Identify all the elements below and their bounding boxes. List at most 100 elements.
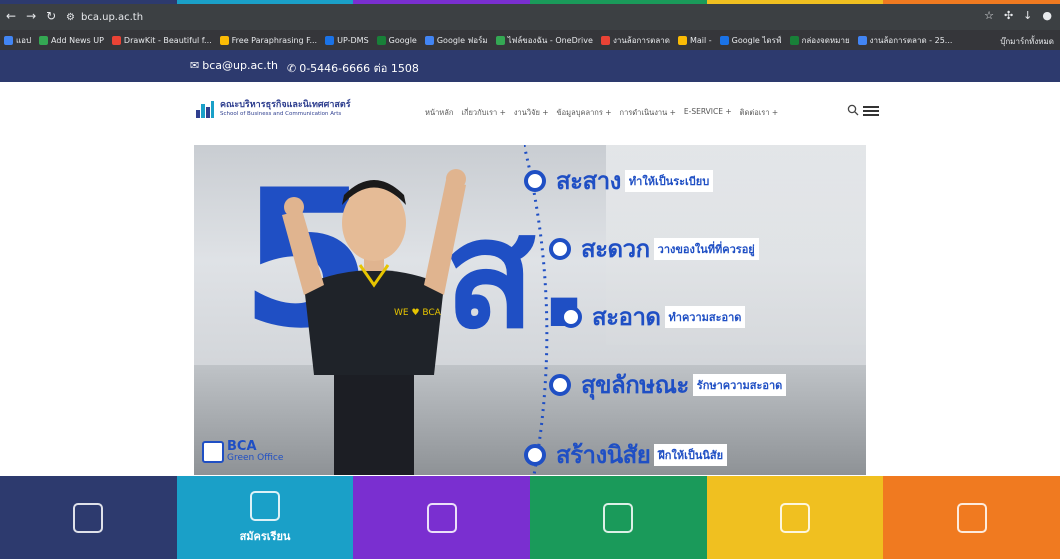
quick-link-tile[interactable]: [883, 476, 1060, 559]
quick-link-tile[interactable]: [530, 476, 707, 559]
phone-icon: ✆: [287, 61, 297, 75]
bookmark-favicon-icon: [219, 35, 229, 45]
extensions-icon[interactable]: ✣: [1004, 9, 1013, 22]
bookmark-item[interactable]: Google ฟอร์ม: [424, 34, 488, 47]
hero-banner: 5 ส. WE ♥ BCA สะสาง ทำให้เป็นระเบียบ สะด…: [194, 145, 866, 475]
principle-item: สร้างนิสัย ฝึกให้เป็นนิสัย: [524, 435, 728, 474]
forward-icon[interactable]: →: [26, 9, 36, 23]
contact-phone[interactable]: ✆ 0-5446-6666 ต่อ 1508: [287, 59, 419, 77]
bullet-circle-icon: [524, 443, 546, 466]
nav-home[interactable]: หน้าหลัก: [425, 107, 453, 119]
site-logo[interactable]: คณะบริหารธุรกิจและนิเทศศาสตร์ School of …: [194, 98, 351, 120]
search-icon[interactable]: [847, 104, 859, 116]
bookmark-label: กล่องจดหมาย: [801, 35, 850, 45]
principle-title: สะอาด: [592, 303, 661, 331]
bookmark-item[interactable]: กล่องจดหมาย: [789, 34, 850, 47]
logo-subtitle: School of Business and Communication Art…: [220, 111, 342, 117]
graduation-cap-icon: [250, 490, 280, 521]
bookmark-item[interactable]: แอป: [4, 34, 31, 47]
menu-icon[interactable]: [863, 106, 879, 116]
person-illustration: WE ♥ BCA: [282, 169, 466, 475]
bookmark-favicon-icon: [789, 35, 799, 45]
star-icon[interactable]: ☆: [984, 9, 994, 22]
bookmark-item[interactable]: งานล้อการตลาด: [600, 34, 670, 47]
bookmark-favicon-icon: [600, 35, 610, 45]
globe-icon: [426, 502, 457, 533]
principle-note: วางของในที่ที่ควรอยู่: [653, 237, 759, 260]
color-strip: [0, 0, 1060, 4]
bookmark-item[interactable]: Add News UP: [39, 35, 104, 45]
bookmark-favicon-icon: [39, 35, 49, 45]
address-bar[interactable]: ⚙ bca.up.ac.th: [66, 8, 926, 26]
bookmark-label: Google: [388, 35, 417, 45]
bullet-circle-icon: [549, 237, 571, 260]
bookmark-favicon-icon: [376, 35, 386, 45]
quick-link-tile[interactable]: [0, 476, 177, 559]
url-text[interactable]: bca.up.ac.th: [81, 12, 143, 23]
principle-note: ฝึกให้เป็นนิสัย: [654, 443, 728, 466]
principle-item: สะดวก วางของในที่ที่ควรอยู่: [549, 229, 759, 268]
logo-title: คณะบริหารธุรกิจและนิเทศศาสตร์: [220, 100, 351, 110]
bookmark-label: ไฟล์ของฉัน - OneDrive: [507, 35, 593, 45]
contact-email[interactable]: ✉ bca@up.ac.th: [190, 59, 278, 72]
bookmark-label: DrawKit - Beautiful f...: [123, 35, 212, 45]
bookmark-label: Free Paraphrasing F...: [231, 35, 318, 45]
certificate-icon: [780, 502, 811, 533]
principle-title: สะสาง: [556, 167, 621, 195]
principle-note: รักษาความสะอาด: [692, 373, 787, 396]
bookmark-item[interactable]: Free Paraphrasing F...: [219, 35, 318, 45]
principle-note: ทำความสะอาด: [664, 305, 746, 328]
bookmark-label: Google ไดรฟ์: [731, 35, 782, 45]
bookmark-favicon-icon: [4, 35, 13, 45]
nav-staff[interactable]: ข้อมูลบุคลากร +: [557, 107, 612, 119]
principle-item: สะอาด ทำความสะอาด: [560, 297, 746, 336]
green-office-badge: BCA Green Office: [202, 439, 284, 463]
bookmark-label: UP-DMS: [337, 35, 369, 45]
bookmark-label: Google ฟอร์ม: [436, 35, 488, 45]
mail-icon: ✉: [190, 59, 200, 72]
profile-icon[interactable]: ●: [1042, 9, 1052, 22]
nav-about[interactable]: เกี่ยวกับเรา +: [461, 107, 505, 119]
principle-item: สุขลักษณะ รักษาความสะอาด: [549, 365, 787, 404]
logo-icon: [196, 101, 214, 118]
bookmark-favicon-icon: [857, 35, 867, 45]
bca-logo-icon: [202, 441, 224, 463]
bookmark-item[interactable]: Google ไดรฟ์: [719, 34, 782, 47]
shirt-logo: WE ♥ BCA: [394, 308, 442, 318]
bookmark-item[interactable]: ไฟล์ของฉัน - OneDrive: [495, 34, 593, 47]
nav-research[interactable]: งานวิจัย +: [514, 107, 549, 119]
bookmark-label: งานล้อการตลาด: [612, 35, 670, 45]
browser-actions: ☆ ✣ ↓ ●: [984, 9, 1052, 22]
download-icon[interactable]: ↓: [1023, 9, 1032, 22]
bookmark-favicon-icon: [424, 35, 434, 45]
quick-link-label: สมัครเรียน: [239, 529, 291, 543]
nav-eservice[interactable]: E-SERVICE +: [684, 107, 732, 119]
principle-item: สะสาง ทำให้เป็นระเบียบ: [524, 161, 714, 200]
bookmark-item[interactable]: งานล้อการตลาด - 25...: [857, 34, 952, 47]
site-info-icon[interactable]: ⚙: [66, 12, 75, 23]
quick-link-tile[interactable]: [353, 476, 531, 559]
browser-nav: ← → ↻: [6, 9, 56, 23]
phone-text: 0-5446-6666 ต่อ 1508: [299, 62, 419, 75]
building-icon: [73, 502, 104, 533]
bookmark-item[interactable]: Google: [376, 35, 417, 45]
quick-link-tile[interactable]: สมัครเรียน: [176, 476, 354, 559]
bookmark-favicon-icon: [677, 35, 687, 45]
reload-icon[interactable]: ↻: [46, 9, 56, 23]
all-bookmarks[interactable]: บุ๊กมาร์กทั้งหมด: [1000, 35, 1054, 48]
principle-title: สร้างนิสัย: [556, 441, 651, 469]
quick-links: สมัครเรียน: [0, 476, 1060, 559]
badge-line1: BCA: [227, 439, 257, 454]
nav-operations[interactable]: การดำเนินงาน +: [620, 107, 676, 119]
bookmark-item[interactable]: DrawKit - Beautiful f...: [111, 35, 212, 45]
browser-toolbar: ← → ↻ ⚙ bca.up.ac.th ☆ ✣ ↓ ●: [0, 0, 1060, 30]
bookmark-item[interactable]: Mail -: [677, 35, 712, 45]
quick-link-tile[interactable]: [706, 476, 884, 559]
gear-icon: [956, 502, 987, 533]
nav-contact[interactable]: ติดต่อเรา +: [740, 107, 779, 119]
back-icon[interactable]: ←: [6, 9, 16, 23]
vr-360-icon: [603, 502, 634, 533]
bookmark-item[interactable]: UP-DMS: [325, 35, 369, 45]
page: ← → ↻ ⚙ bca.up.ac.th ☆ ✣ ↓ ● แอป Add News…: [0, 0, 1060, 559]
badge-line2: Green Office: [227, 453, 284, 463]
